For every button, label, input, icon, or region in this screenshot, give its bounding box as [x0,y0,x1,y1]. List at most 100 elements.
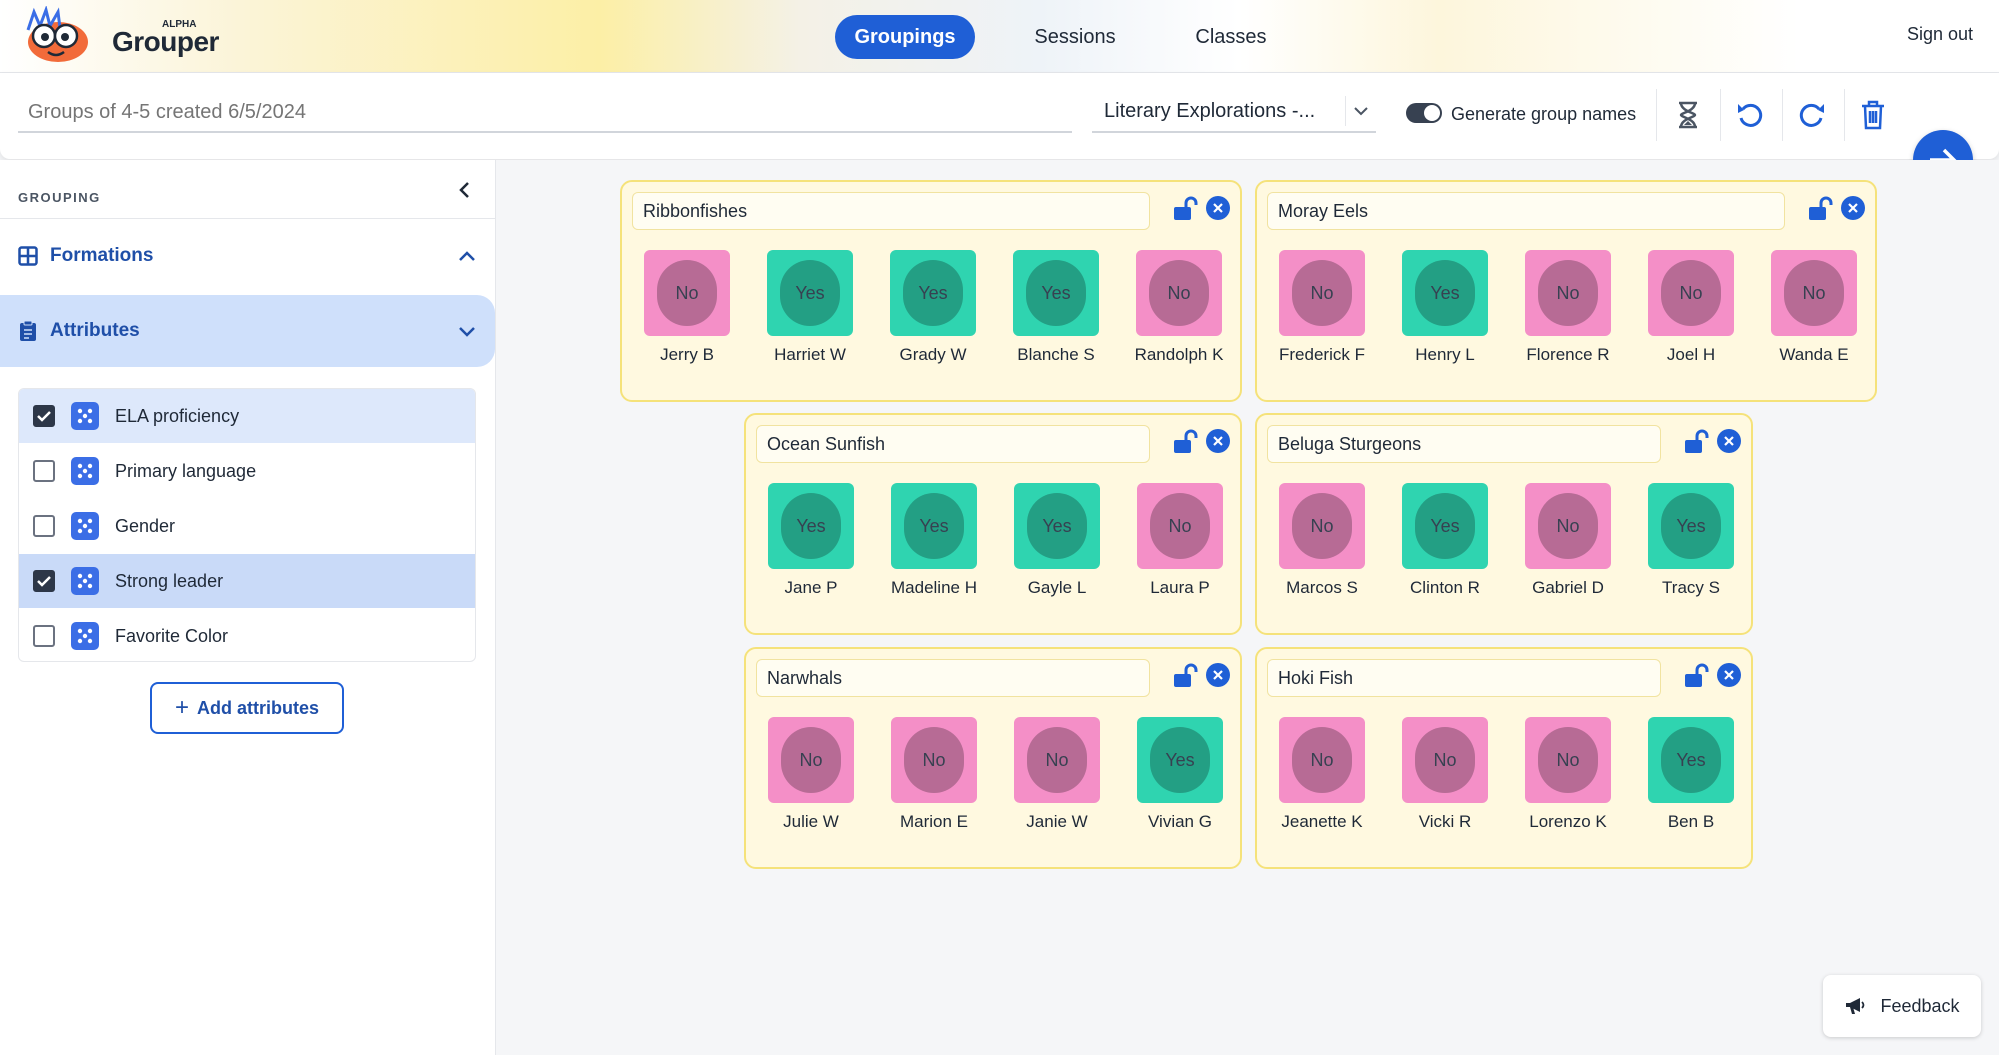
group-card[interactable]: Moray Eels No Frederick F Yes Henry L No Flore… [1255,180,1877,402]
redo-button[interactable] [1792,95,1832,135]
sign-out-link[interactable]: Sign out [1907,24,1973,45]
group-name-field[interactable]: Narwhals [756,659,1150,697]
nav-groupings[interactable]: Groupings [835,15,975,59]
student-tile[interactable]: Yes Harriet W [755,250,865,366]
brand-name[interactable]: Grouper [112,26,219,58]
unlock-icon[interactable] [1172,663,1198,689]
remove-group-button[interactable] [1206,663,1230,687]
remove-group-button[interactable] [1841,196,1865,220]
unlock-icon[interactable] [1807,196,1833,222]
feedback-button[interactable]: Feedback [1823,975,1981,1037]
undo-button[interactable] [1730,95,1770,135]
student-avatar[interactable]: Yes [1014,483,1100,569]
student-tile[interactable]: Yes Ben B [1636,717,1746,833]
student-tile[interactable]: Yes Jane P [756,483,866,599]
student-avatar[interactable]: Yes [1402,250,1488,336]
collapse-sidebar-button[interactable] [448,174,480,206]
remove-group-button[interactable] [1206,429,1230,453]
attribute-row[interactable]: Favorite Color [19,609,475,661]
student-avatar[interactable]: No [768,717,854,803]
student-avatar[interactable]: No [1279,717,1365,803]
student-tile[interactable]: Yes Henry L [1390,250,1500,366]
student-tile[interactable]: No Randolph K [1124,250,1234,366]
attribute-row[interactable]: Strong leader [19,554,475,608]
student-avatar[interactable]: Yes [1013,250,1099,336]
student-tile[interactable]: Yes Clinton R [1390,483,1500,599]
student-tile[interactable]: Yes Grady W [878,250,988,366]
unlock-icon[interactable] [1683,663,1709,689]
student-avatar[interactable]: No [1525,717,1611,803]
attribute-row[interactable]: ELA proficiency [19,389,475,443]
grouper-logo-icon[interactable] [18,6,94,66]
nav-classes[interactable]: Classes [1170,15,1292,59]
unlock-icon[interactable] [1172,429,1198,455]
student-tile[interactable]: No Jerry B [632,250,742,366]
student-tile[interactable]: No Lorenzo K [1513,717,1623,833]
student-tile[interactable]: No Joel H [1636,250,1746,366]
group-card[interactable]: Ocean Sunfish Yes Jane P Yes Madeline H Yes Ga… [744,413,1242,635]
student-avatar[interactable]: Yes [1137,717,1223,803]
student-avatar[interactable]: Yes [890,250,976,336]
student-avatar[interactable]: No [1648,250,1734,336]
group-card[interactable]: Ribbonfishes No Jerry B Yes Harriet W Yes Grad… [620,180,1242,402]
student-tile[interactable]: Yes Tracy S [1636,483,1746,599]
student-tile[interactable]: No Florence R [1513,250,1623,366]
remove-group-button[interactable] [1717,429,1741,453]
group-card[interactable]: Narwhals No Julie W No Marion E No Janie W Yes V… [744,647,1242,869]
student-tile[interactable]: No Jeanette K [1267,717,1377,833]
group-name-field[interactable]: Hoki Fish [1267,659,1661,697]
attributes-section[interactable]: Attributes [0,295,495,367]
student-tile[interactable]: No Wanda E [1759,250,1869,366]
student-tile[interactable]: No Julie W [756,717,866,833]
student-avatar[interactable]: Yes [768,483,854,569]
student-tile[interactable]: Yes Vivian G [1125,717,1235,833]
student-avatar[interactable]: No [891,717,977,803]
unlock-icon[interactable] [1172,196,1198,222]
attribute-checkbox[interactable] [33,460,55,482]
student-tile[interactable]: Yes Gayle L [1002,483,1112,599]
student-avatar[interactable]: No [644,250,730,336]
student-avatar[interactable]: No [1014,717,1100,803]
group-card[interactable]: Beluga Sturgeons No Marcos S Yes Clinton R No… [1255,413,1753,635]
student-tile[interactable]: No Marcos S [1267,483,1377,599]
attribute-checkbox[interactable] [33,405,55,427]
delete-button[interactable] [1853,95,1893,135]
student-tile[interactable]: No Laura P [1125,483,1235,599]
student-tile[interactable]: No Gabriel D [1513,483,1623,599]
unlock-icon[interactable] [1683,429,1709,455]
student-avatar[interactable]: No [1279,250,1365,336]
class-select[interactable]: Literary Explorations -... [1092,91,1376,133]
formations-section[interactable]: Formations [0,220,495,292]
student-avatar[interactable]: No [1136,250,1222,336]
student-tile[interactable]: No Janie W [1002,717,1112,833]
student-avatar[interactable]: Yes [891,483,977,569]
timer-button[interactable] [1668,95,1708,135]
nav-sessions[interactable]: Sessions [1012,15,1138,59]
student-avatar[interactable]: No [1525,250,1611,336]
group-name-field[interactable]: Ocean Sunfish [756,425,1150,463]
student-avatar[interactable]: Yes [1648,483,1734,569]
attribute-row[interactable]: Gender [19,499,475,553]
group-name-field[interactable]: Moray Eels [1267,192,1785,230]
attribute-checkbox[interactable] [33,515,55,537]
group-name-field[interactable]: Ribbonfishes [632,192,1150,230]
group-card[interactable]: Hoki Fish No Jeanette K No Vicki R No Lorenzo … [1255,647,1753,869]
student-tile[interactable]: No Vicki R [1390,717,1500,833]
group-name-field[interactable]: Beluga Sturgeons [1267,425,1661,463]
add-attributes-button[interactable]: + Add attributes [150,682,344,734]
student-avatar[interactable]: No [1137,483,1223,569]
student-avatar[interactable]: No [1402,717,1488,803]
attribute-checkbox[interactable] [33,570,55,592]
student-tile[interactable]: Yes Blanche S [1001,250,1111,366]
student-tile[interactable]: No Frederick F [1267,250,1377,366]
attribute-row[interactable]: Primary language [19,444,475,498]
remove-group-button[interactable] [1206,196,1230,220]
grouping-name-input[interactable] [18,91,1084,133]
student-avatar[interactable]: Yes [767,250,853,336]
remove-group-button[interactable] [1717,663,1741,687]
student-tile[interactable]: No Marion E [879,717,989,833]
student-avatar[interactable]: No [1771,250,1857,336]
student-avatar[interactable]: No [1279,483,1365,569]
student-tile[interactable]: Yes Madeline H [879,483,989,599]
student-avatar[interactable]: Yes [1402,483,1488,569]
